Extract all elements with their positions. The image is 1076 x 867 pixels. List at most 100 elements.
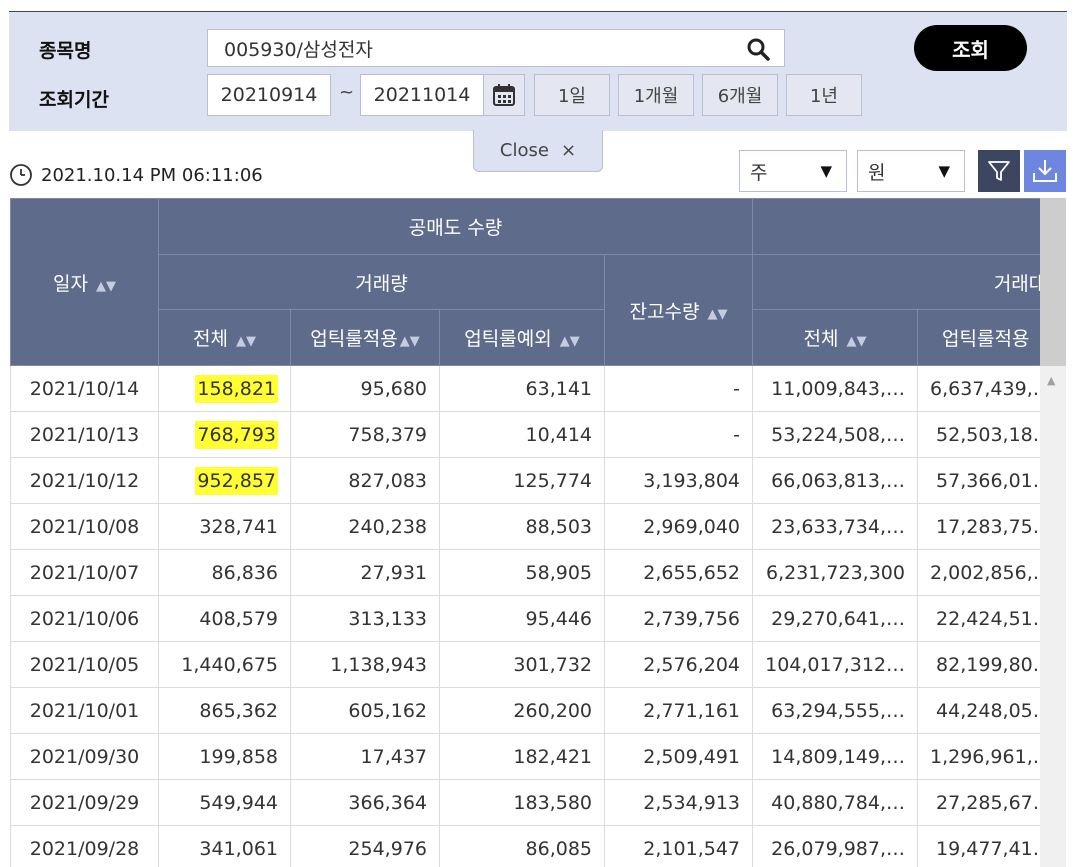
filter-icon: [988, 161, 1010, 181]
table-cell: 952,857: [158, 457, 291, 504]
table-row[interactable]: 2021/10/12 952,857 827,083 125,774 3,193,804…: [10, 457, 1065, 504]
cell-date: 2021/09/28: [10, 825, 159, 867]
table-cell: 53,224,508,…: [752, 411, 918, 458]
table-cell: 95,680: [290, 365, 440, 412]
table-cell: 1,138,943: [290, 641, 440, 688]
stock-label: 종목명: [39, 40, 92, 62]
table-cell: 40,880,784,…: [752, 779, 918, 826]
table-row[interactable]: 2021/09/29 549,944 366,364 183,580 2,534,913…: [10, 779, 1065, 826]
table-cell: 328,741: [158, 503, 291, 550]
header-short-volume-group: 공매도 수량: [158, 198, 753, 255]
table-cell: 10,414: [439, 411, 605, 458]
table-cell: 366,364: [290, 779, 440, 826]
cell-date: 2021/10/05: [10, 641, 159, 688]
cell-date: 2021/10/13: [10, 411, 159, 458]
header-date[interactable]: 일자 ▲▼: [10, 198, 159, 366]
query-button[interactable]: 조회: [914, 25, 1027, 71]
sort-icon: ▲▼: [559, 334, 580, 349]
cell-date: 2021/09/29: [10, 779, 159, 826]
table-row[interactable]: 2021/10/07 86,836 27,931 58,905 2,655,652 6,2…: [10, 549, 1065, 596]
period-label: 조회기간: [39, 89, 109, 111]
table-cell: 2,534,913: [604, 779, 753, 826]
date-to-input[interactable]: 20211014: [360, 74, 484, 116]
calendar-button[interactable]: [483, 74, 525, 116]
close-icon: ×: [560, 140, 577, 161]
table-cell: 240,238: [290, 503, 440, 550]
header-trade-amount: 거래대금: [752, 254, 1065, 310]
date-from-input[interactable]: 20210914: [207, 74, 331, 116]
currency-select-value: 원: [868, 161, 886, 184]
table-cell: 1,440,675: [158, 641, 291, 688]
cell-date: 2021/09/30: [10, 733, 159, 780]
table-cell: 14,809,149,…: [752, 733, 918, 780]
table-cell: 341,061: [158, 825, 291, 867]
chevron-down-icon: ▼: [820, 162, 832, 180]
table-row[interactable]: 2021/10/05 1,440,675 1,138,943 301,732 2,576…: [10, 641, 1065, 688]
table-cell: 2,576,204: [604, 641, 753, 688]
timestamp: 2021.10.14 PM 06:11:06: [9, 162, 263, 188]
table-cell: 6,231,723,300: [752, 549, 918, 596]
header-trade-amount-group: [752, 198, 1065, 255]
table-cell: 95,446: [439, 595, 605, 642]
scrollbar-thumb[interactable]: [1040, 198, 1066, 366]
table-cell: 23,633,734,…: [752, 503, 918, 550]
period-1d-button[interactable]: 1일: [534, 74, 610, 116]
table-cell: 2,739,756: [604, 595, 753, 642]
close-label: Close: [499, 140, 549, 161]
table-row[interactable]: 2021/10/08 328,741 240,238 88,503 2,969,040 2…: [10, 503, 1065, 550]
period-1y-button[interactable]: 1년: [786, 74, 862, 116]
currency-select[interactable]: 원 ▼: [857, 150, 965, 192]
chevron-down-icon: ▼: [938, 162, 950, 180]
table-row[interactable]: 2021/09/28 341,061 254,976 86,085 2,101,547 2…: [10, 825, 1065, 867]
table-cell: 17,437: [290, 733, 440, 780]
filter-button[interactable]: [978, 150, 1020, 192]
table-cell: 86,836: [158, 549, 291, 596]
sort-icon: ▲▼: [235, 334, 256, 349]
highlighted-value: 158,821: [195, 374, 278, 403]
table-body: 2021/10/14 158,821 95,680 63,141-11,009,843…: [10, 365, 1065, 867]
table-cell: 827,083: [290, 457, 440, 504]
table-cell: 63,294,555,…: [752, 687, 918, 734]
download-button[interactable]: [1024, 150, 1066, 192]
table-cell: 254,976: [290, 825, 440, 867]
highlighted-value: 952,857: [195, 466, 278, 495]
date-separator: ~: [339, 82, 355, 103]
table-cell: 183,580: [439, 779, 605, 826]
table-cell: 66,063,813,…: [752, 457, 918, 504]
table-row[interactable]: 2021/09/30 199,858 17,437 182,421 2,509,491 1…: [10, 733, 1065, 780]
stock-search-value: 005930/삼성전자: [224, 38, 373, 61]
table-cell: 11,009,843,…: [752, 365, 918, 412]
header-total[interactable]: 전체 ▲▼: [158, 309, 291, 366]
cell-date: 2021/10/14: [10, 365, 159, 412]
close-panel-tab[interactable]: Close ×: [473, 130, 603, 172]
cell-date: 2021/10/08: [10, 503, 159, 550]
table-cell: 2,509,491: [604, 733, 753, 780]
header-uptick-exempt[interactable]: 업틱룰예외 ▲▼: [439, 309, 605, 366]
period-6m-button[interactable]: 6개월: [702, 74, 778, 116]
vertical-scrollbar[interactable]: ▲: [1040, 198, 1066, 867]
table-cell: 3,193,804: [604, 457, 753, 504]
table-cell: 768,793: [158, 411, 291, 458]
cell-date: 2021/10/12: [10, 457, 159, 504]
table-row[interactable]: 2021/10/13 768,793 758,379 10,414-53,224,50…: [10, 411, 1065, 458]
table-row[interactable]: 2021/10/06 408,579 313,133 95,446 2,739,756 2…: [10, 595, 1065, 642]
table-cell: 199,858: [158, 733, 291, 780]
table-row[interactable]: 2021/10/01 865,362 605,162 260,200 2,771,161…: [10, 687, 1065, 734]
table-cell: -: [604, 411, 753, 458]
header-balance-volume[interactable]: 잔고수량 ▲▼: [604, 254, 753, 366]
unit-select[interactable]: 주 ▼: [739, 150, 847, 192]
scroll-up-icon[interactable]: ▲: [1047, 374, 1055, 387]
table-row[interactable]: 2021/10/14 158,821 95,680 63,141-11,009,843…: [10, 365, 1065, 412]
cell-date: 2021/10/01: [10, 687, 159, 734]
header-uptick-applied[interactable]: 업틱룰적용 ▲▼: [290, 309, 440, 366]
stock-search-input[interactable]: 005930/삼성전자: [207, 29, 785, 67]
sort-icon: ▲▼: [399, 334, 420, 349]
table-cell: 408,579: [158, 595, 291, 642]
search-panel: 종목명 005930/삼성전자 조회 조회기간 20210914 ~ 20211…: [9, 11, 1067, 131]
table-cell: 27,931: [290, 549, 440, 596]
header-amount-total[interactable]: 전체 ▲▼: [752, 309, 918, 366]
search-icon[interactable]: [746, 37, 770, 61]
short-sale-table: 일자 ▲▼ 공매도 수량 거래량 잔고수량 ▲▼ 거래대금 전체 ▲▼ 업틱룰적용 ▲▼…: [10, 198, 1065, 867]
period-1m-button[interactable]: 1개월: [618, 74, 694, 116]
table-cell: 2,771,161: [604, 687, 753, 734]
